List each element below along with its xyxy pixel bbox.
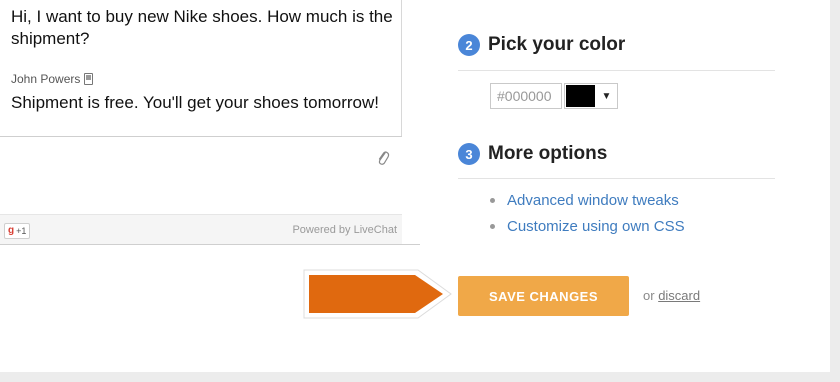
agent-name-row: John Powers [11, 72, 94, 86]
orange-arrow-pointer [303, 269, 452, 319]
step-pick-color-header: 2 Pick your color [458, 34, 625, 56]
or-label: or [643, 288, 655, 303]
advanced-window-tweaks-link[interactable]: Advanced window tweaks [507, 192, 679, 209]
step-title: Pick your color [488, 34, 626, 55]
customize-css-link[interactable]: Customize using own CSS [507, 218, 685, 235]
section-divider [458, 178, 775, 179]
page-bottom-band [0, 372, 840, 382]
save-changes-button[interactable]: SAVE CHANGES [458, 276, 629, 316]
page-right-edge [830, 0, 840, 382]
more-options-list: Advanced window tweaks Customize using o… [490, 191, 685, 243]
paperclip-icon[interactable] [376, 149, 390, 167]
chat-footer: g +1 Powered by LiveChat [0, 214, 402, 244]
chevron-down-icon[interactable]: ▼ [596, 84, 617, 108]
list-item: Advanced window tweaks [490, 191, 685, 217]
google-plus-label: +1 [16, 226, 27, 236]
color-hex-input[interactable] [490, 83, 562, 109]
step-number-badge: 3 [458, 143, 480, 165]
color-swatch[interactable] [566, 85, 595, 107]
list-item: Customize using own CSS [490, 217, 685, 243]
color-picker-dropdown[interactable]: ▼ [564, 83, 618, 109]
section-divider [458, 70, 775, 71]
agent-message: Shipment is free. You'll get your shoes … [11, 93, 379, 112]
google-plus-icon: g [8, 225, 15, 236]
phone-icon [84, 73, 94, 85]
discard-link[interactable]: discard [658, 288, 700, 303]
chat-divider [0, 244, 420, 245]
chat-preview-panel: Hi, I want to buy new Nike shoes. How mu… [0, 0, 402, 244]
google-plus-one-button[interactable]: g +1 [4, 223, 31, 239]
step-title: More options [488, 143, 608, 164]
chat-message-input[interactable] [0, 136, 402, 214]
visitor-message: Hi, I want to buy new Nike shoes. How mu… [11, 7, 393, 48]
step-number-badge: 2 [458, 34, 480, 56]
or-discard: or discard [643, 288, 700, 303]
powered-by-livechat: Powered by LiveChat [292, 224, 397, 236]
step-more-options-header: 3 More options [458, 143, 607, 165]
agent-name: John Powers [11, 72, 81, 86]
